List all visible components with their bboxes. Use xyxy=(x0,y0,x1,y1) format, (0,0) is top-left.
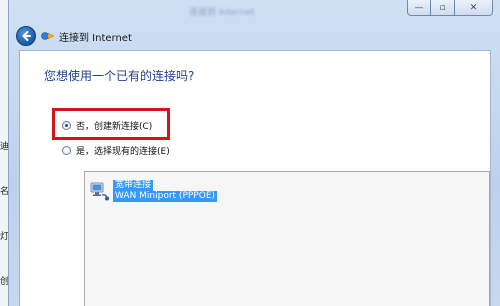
desktop: 迪 名 灯 创 连接到 Internet — ▫ ✕ 连接到 Internet … xyxy=(0,0,500,306)
radio-option-create-new[interactable]: 否，创建新连接(C) xyxy=(62,119,152,132)
connection-name: 宽带连接 xyxy=(113,180,154,191)
connect-to-internet-dialog: 连接到 Internet — ▫ ✕ 连接到 Internet 您想使用一个已有… xyxy=(8,0,500,306)
maximize-icon: ▫ xyxy=(439,2,446,13)
close-button[interactable]: ✕ xyxy=(455,0,493,16)
existing-connections-list[interactable]: 宽带连接 WAN Miniport (PPPOE) xyxy=(84,171,490,306)
radio-label: 是，选择现有的连接(E) xyxy=(76,147,170,157)
wizard-content: 您想使用一个已有的连接吗? 否，创建新连接(C) 是，选择现有的连接(E) 宽带… xyxy=(19,50,491,306)
broadband-connection-icon xyxy=(90,182,109,201)
navigation-bar: 连接到 Internet xyxy=(9,22,500,50)
page-title: 连接到 Internet xyxy=(59,33,132,44)
radio-unchecked-icon[interactable] xyxy=(62,146,71,155)
radio-option-use-existing[interactable]: 是，选择现有的连接(E) xyxy=(62,144,170,157)
network-connection-icon xyxy=(41,32,55,40)
back-button[interactable] xyxy=(16,26,36,46)
list-item[interactable]: 宽带连接 WAN Miniport (PPPOE) xyxy=(89,180,218,202)
minimize-icon: — xyxy=(414,2,424,13)
radio-checked-icon[interactable] xyxy=(62,121,71,130)
connection-device: WAN Miniport (PPPOE) xyxy=(113,191,218,202)
radio-label: 否，创建新连接(C) xyxy=(76,122,153,132)
window-title: 连接到 Internet xyxy=(189,8,255,18)
window-controls: — ▫ ✕ xyxy=(407,0,493,18)
question-heading: 您想使用一个已有的连接吗? xyxy=(44,69,195,83)
maximize-button[interactable]: ▫ xyxy=(431,0,455,16)
title-bar[interactable]: 连接到 Internet — ▫ ✕ xyxy=(9,0,500,22)
close-icon: ✕ xyxy=(469,2,478,13)
minimize-button[interactable]: — xyxy=(407,0,431,16)
back-arrow-icon xyxy=(22,31,31,41)
